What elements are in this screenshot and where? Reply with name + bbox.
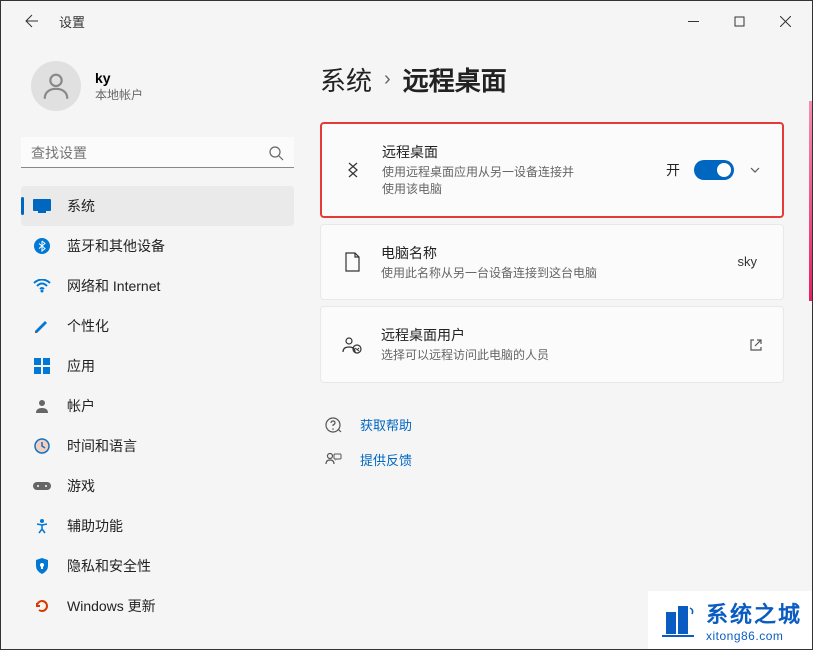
username: ky bbox=[95, 70, 143, 86]
nav-label: 个性化 bbox=[67, 316, 109, 336]
card-title: 电脑名称 bbox=[381, 243, 720, 263]
nav-label: 帐户 bbox=[67, 396, 95, 416]
titlebar: 设置 bbox=[1, 1, 812, 41]
card-desc: 使用远程桌面应用从另一设备连接并使用该电脑 bbox=[382, 164, 582, 198]
edge-decoration bbox=[809, 101, 812, 301]
sidebar: ky 本地帐户 系统 蓝牙和其他设备 网络和 Internet bbox=[1, 41, 306, 649]
toggle-label: 开 bbox=[666, 160, 680, 180]
close-button[interactable] bbox=[762, 5, 808, 37]
link-text: 获取帮助 bbox=[360, 415, 412, 434]
card-remote-users[interactable]: 远程桌面用户 选择可以远程访问此电脑的人员 bbox=[320, 306, 784, 383]
maximize-button[interactable] bbox=[716, 5, 762, 37]
link-text: 提供反馈 bbox=[360, 450, 412, 469]
nav-label: 系统 bbox=[67, 196, 95, 216]
privacy-icon bbox=[33, 557, 51, 575]
personalize-icon bbox=[33, 317, 51, 335]
nav-item-personalize[interactable]: 个性化 bbox=[21, 306, 294, 346]
user-section[interactable]: ky 本地帐户 bbox=[21, 41, 294, 131]
back-button[interactable] bbox=[21, 12, 39, 30]
nav-label: 辅助功能 bbox=[67, 516, 123, 536]
bluetooth-icon bbox=[33, 237, 51, 255]
watermark-main: 系统之城 bbox=[706, 597, 802, 629]
gaming-icon bbox=[33, 477, 51, 495]
pc-name-value: sky bbox=[738, 254, 758, 269]
back-arrow-icon bbox=[22, 13, 38, 29]
time-icon bbox=[33, 437, 51, 455]
maximize-icon bbox=[734, 16, 745, 27]
breadcrumb-separator-icon: › bbox=[384, 68, 391, 91]
watermark-sub: xitong86.com bbox=[706, 629, 802, 643]
minimize-icon bbox=[688, 16, 699, 27]
help-links: 获取帮助 提供反馈 bbox=[320, 409, 784, 479]
nav-item-network[interactable]: 网络和 Internet bbox=[21, 266, 294, 306]
feedback-link[interactable]: 提供反馈 bbox=[320, 444, 784, 479]
update-icon bbox=[33, 597, 51, 615]
nav-label: 隐私和安全性 bbox=[67, 556, 151, 576]
wifi-icon bbox=[33, 277, 51, 295]
avatar bbox=[31, 61, 81, 111]
close-icon bbox=[780, 16, 791, 27]
nav-item-gaming[interactable]: 游戏 bbox=[21, 466, 294, 506]
nav-label: Windows 更新 bbox=[67, 596, 156, 616]
card-pc-name[interactable]: 电脑名称 使用此名称从另一台设备连接到这台电脑 sky bbox=[320, 224, 784, 301]
search-box[interactable] bbox=[21, 137, 294, 168]
nav-label: 游戏 bbox=[67, 476, 95, 496]
nav-label: 应用 bbox=[67, 356, 95, 376]
chevron-down-icon[interactable] bbox=[748, 163, 762, 177]
apps-icon bbox=[33, 357, 51, 375]
nav-item-time[interactable]: 时间和语言 bbox=[21, 426, 294, 466]
nav-item-accounts[interactable]: 帐户 bbox=[21, 386, 294, 426]
breadcrumb: 系统 › 远程桌面 bbox=[320, 61, 784, 98]
watermark-icon bbox=[658, 600, 698, 640]
external-link-icon bbox=[749, 338, 763, 352]
get-help-link[interactable]: 获取帮助 bbox=[320, 409, 784, 444]
nav-item-apps[interactable]: 应用 bbox=[21, 346, 294, 386]
account-type: 本地帐户 bbox=[95, 86, 143, 103]
nav-label: 蓝牙和其他设备 bbox=[67, 236, 165, 256]
card-title: 远程桌面用户 bbox=[381, 325, 731, 345]
window-title: 设置 bbox=[59, 12, 85, 31]
system-icon bbox=[33, 197, 51, 215]
accessibility-icon bbox=[33, 517, 51, 535]
nav-item-update[interactable]: Windows 更新 bbox=[21, 586, 294, 626]
nav-item-bluetooth[interactable]: 蓝牙和其他设备 bbox=[21, 226, 294, 266]
accounts-icon bbox=[33, 397, 51, 415]
search-input[interactable] bbox=[31, 145, 268, 161]
nav-item-system[interactable]: 系统 bbox=[21, 186, 294, 226]
nav-item-accessibility[interactable]: 辅助功能 bbox=[21, 506, 294, 546]
help-icon bbox=[324, 416, 342, 434]
card-title: 远程桌面 bbox=[382, 142, 648, 162]
users-icon bbox=[341, 334, 363, 356]
nav-item-privacy[interactable]: 隐私和安全性 bbox=[21, 546, 294, 586]
card-desc: 使用此名称从另一台设备连接到这台电脑 bbox=[381, 265, 720, 282]
person-icon bbox=[39, 69, 73, 103]
breadcrumb-parent[interactable]: 系统 bbox=[320, 61, 372, 98]
feedback-icon bbox=[324, 451, 342, 469]
breadcrumb-current: 远程桌面 bbox=[403, 61, 507, 98]
minimize-button[interactable] bbox=[670, 5, 716, 37]
search-icon bbox=[268, 145, 284, 161]
watermark: 系统之城 xitong86.com bbox=[648, 591, 812, 649]
nav-list: 系统 蓝牙和其他设备 网络和 Internet 个性化 应用 帐户 bbox=[21, 186, 294, 626]
nav-label: 网络和 Internet bbox=[67, 276, 160, 296]
main-content: 系统 › 远程桌面 远程桌面 使用远程桌面应用从另一设备连接并使用该电脑 开 bbox=[306, 41, 812, 649]
remote-desktop-toggle[interactable] bbox=[694, 160, 734, 180]
nav-label: 时间和语言 bbox=[67, 436, 137, 456]
document-icon bbox=[341, 251, 363, 273]
card-remote-desktop[interactable]: 远程桌面 使用远程桌面应用从另一设备连接并使用该电脑 开 bbox=[320, 122, 784, 218]
remote-desktop-icon bbox=[342, 159, 364, 181]
card-desc: 选择可以远程访问此电脑的人员 bbox=[381, 347, 731, 364]
